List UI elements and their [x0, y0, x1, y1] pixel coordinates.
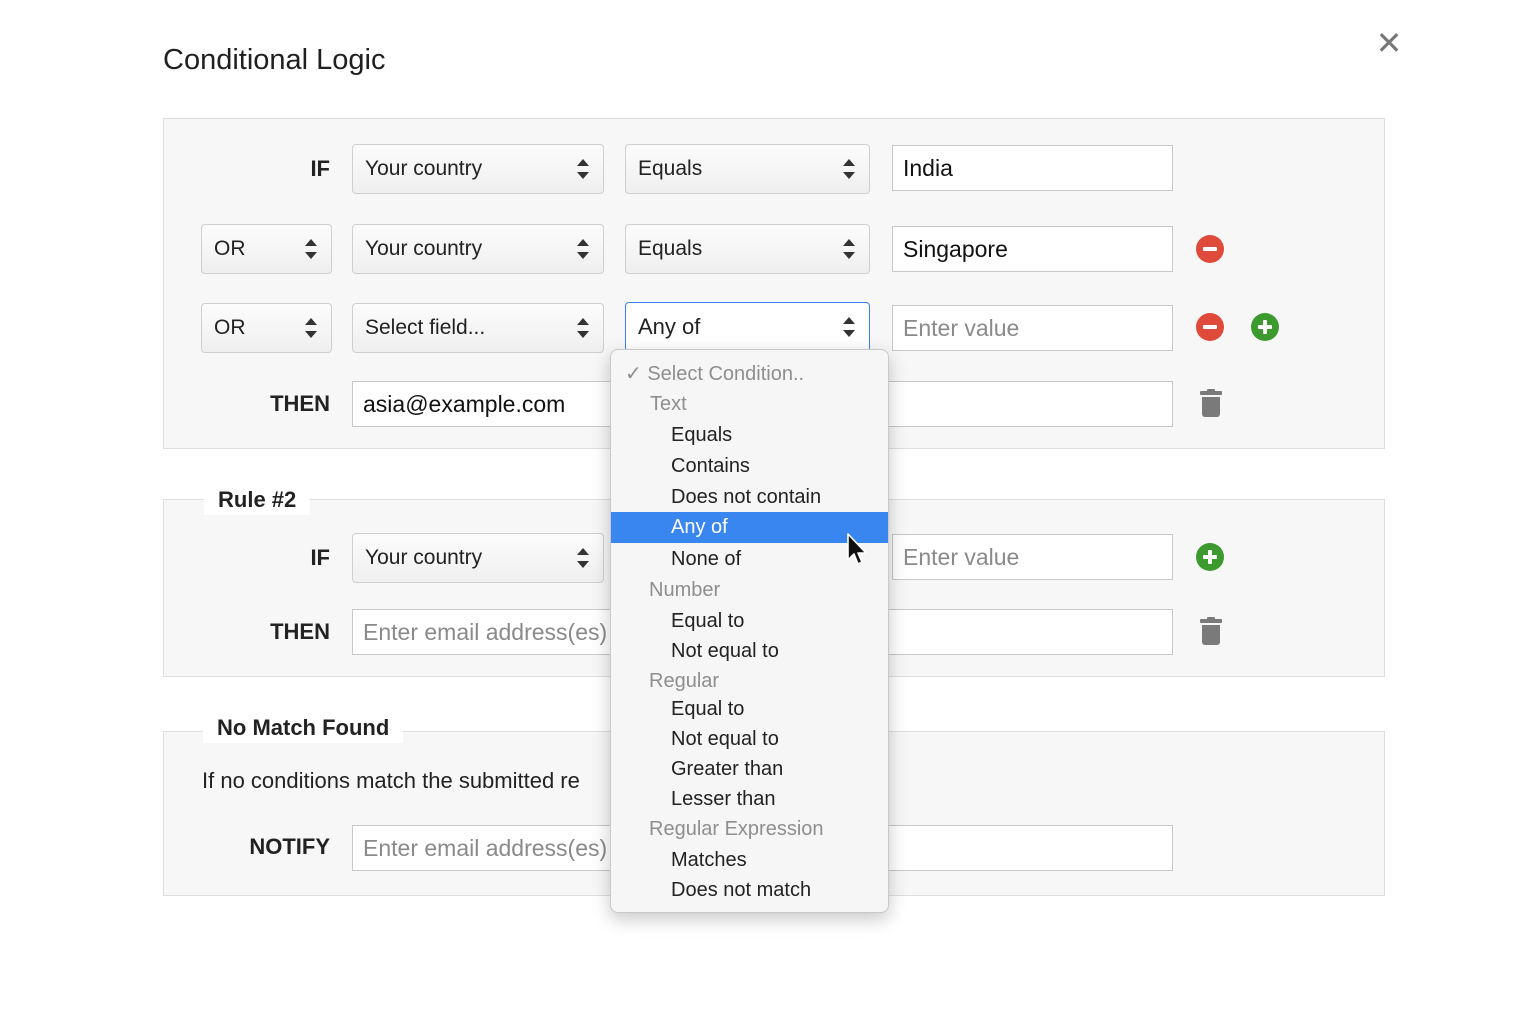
select-arrows-icon	[305, 318, 317, 338]
field-select[interactable]: Your country	[352, 224, 604, 274]
field-select-value: Your country	[365, 546, 483, 569]
add-condition-icon[interactable]	[1196, 543, 1224, 571]
select-arrows-icon	[843, 159, 855, 179]
condition-dropdown-menu: ✓ Select Condition.. Text Equals Contain…	[610, 349, 889, 913]
then-label: THEN	[270, 391, 330, 416]
field-select-value: Select field...	[365, 316, 486, 339]
dropdown-option[interactable]: Equals	[611, 420, 888, 451]
dropdown-option[interactable]: Not equal to	[611, 724, 888, 755]
field-select[interactable]: Select field...	[352, 303, 604, 353]
close-icon[interactable]: ✕	[1372, 26, 1406, 60]
select-arrows-icon	[843, 239, 855, 259]
connector-select[interactable]: OR	[201, 303, 332, 353]
group-label-text: Text	[650, 393, 687, 415]
dropdown-placeholder-option[interactable]: ✓ Select Condition..	[611, 359, 888, 390]
select-arrows-icon	[577, 159, 589, 179]
field-select-value: Your country	[365, 237, 483, 260]
dropdown-option[interactable]: Greater than	[611, 754, 888, 785]
group-label-number: Number	[649, 579, 721, 601]
notify-label: NOTIFY	[249, 834, 330, 859]
condition-select-value: Equals	[638, 237, 703, 260]
condition-select-value: Any of	[638, 314, 701, 339]
connector-select[interactable]: OR	[201, 224, 332, 274]
dropdown-option[interactable]: Does not contain	[611, 482, 888, 513]
select-arrows-icon	[577, 548, 589, 568]
dialog-title: Conditional Logic	[163, 44, 386, 76]
dropdown-option[interactable]: Does not match	[611, 875, 888, 906]
remove-condition-icon[interactable]	[1196, 313, 1224, 341]
dropdown-option[interactable]: Lesser than	[611, 784, 888, 815]
check-icon: ✓	[625, 363, 642, 385]
then-label: THEN	[270, 619, 330, 644]
if-label: IF	[310, 545, 330, 570]
condition-select[interactable]: Equals	[625, 224, 870, 274]
field-select-value: Your country	[365, 157, 483, 180]
group-label-regular-expression: Regular Expression	[649, 818, 824, 840]
no-match-legend: No Match Found	[203, 713, 404, 743]
value-input[interactable]: Enter value	[892, 305, 1173, 351]
select-arrows-icon	[305, 239, 317, 259]
select-arrows-icon	[577, 318, 589, 338]
value-input[interactable]: India	[892, 145, 1173, 191]
connector-select-value: OR	[214, 316, 246, 339]
dropdown-option[interactable]: Equal to	[611, 606, 888, 637]
rule-2-legend: Rule #2	[204, 485, 311, 515]
trash-icon[interactable]	[1200, 389, 1222, 417]
field-select[interactable]: Your country	[352, 144, 604, 194]
add-condition-icon[interactable]	[1251, 313, 1279, 341]
field-select[interactable]: Your country	[352, 533, 604, 583]
condition-select-value: Equals	[638, 157, 703, 180]
dropdown-option[interactable]: Not equal to	[611, 636, 888, 667]
mouse-pointer-icon	[847, 533, 867, 565]
dropdown-option[interactable]: Matches	[611, 845, 888, 876]
condition-select-open[interactable]: Any of	[625, 302, 870, 352]
trash-icon[interactable]	[1200, 617, 1222, 645]
dropdown-placeholder-label: Select Condition..	[647, 363, 805, 385]
value-input[interactable]: Singapore	[892, 226, 1173, 272]
no-match-description: If no conditions match the submitted re	[202, 768, 580, 793]
value-input[interactable]: Enter value	[892, 534, 1173, 580]
dropdown-option[interactable]: Equal to	[611, 694, 888, 725]
group-label-regular: Regular	[649, 670, 720, 692]
remove-condition-icon[interactable]	[1196, 235, 1224, 263]
select-arrows-icon	[843, 317, 855, 337]
connector-select-value: OR	[214, 237, 246, 260]
if-label: IF	[310, 156, 330, 181]
select-arrows-icon	[577, 239, 589, 259]
dropdown-option[interactable]: Contains	[611, 451, 888, 482]
condition-select[interactable]: Equals	[625, 144, 870, 194]
